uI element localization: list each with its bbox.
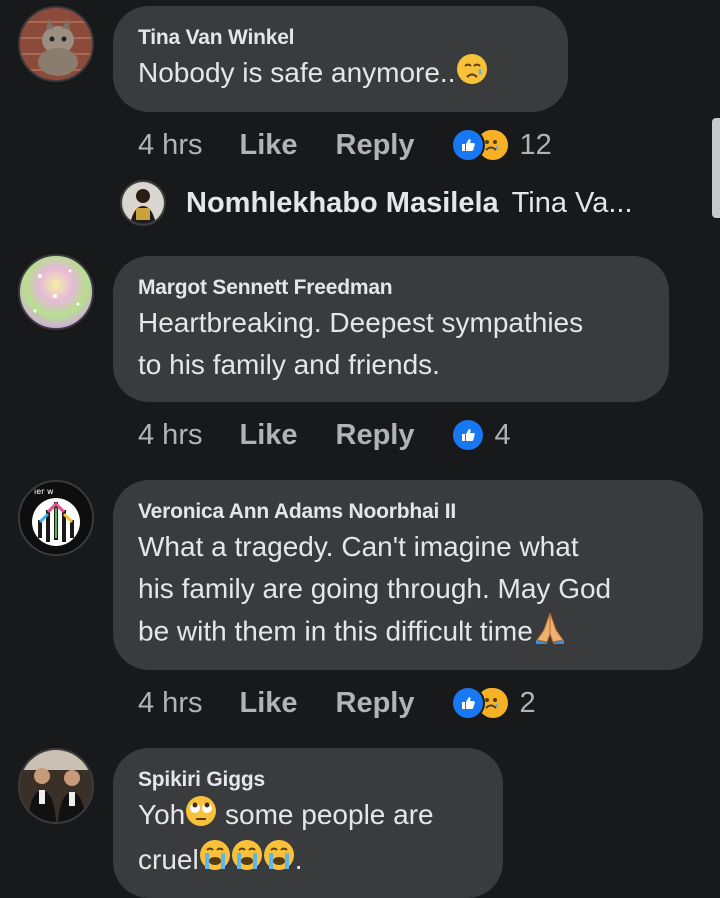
comment-text-segment: Yoh xyxy=(138,799,186,830)
avatar[interactable] xyxy=(18,254,94,330)
comment-text-line: Yoh some people are xyxy=(138,794,479,839)
comment-text-line: be with them in this difficult time xyxy=(138,610,679,656)
sparkle-photo-icon xyxy=(33,269,80,313)
comment-text-line: to his family and friends. xyxy=(138,349,440,380)
reaction-count: 4 xyxy=(494,418,511,451)
comment-text-content: Nobody is safe anymore.. xyxy=(138,57,456,88)
comment-author[interactable]: Spikiri Giggs xyxy=(138,768,479,792)
comment-text: Heartbreaking. Deepest sympathies to his… xyxy=(138,302,645,386)
comment-text-line: What a tragedy. Can't imagine what xyxy=(138,531,579,562)
comment-text: Nobody is safe anymore.. xyxy=(138,52,544,97)
reaction-count: 2 xyxy=(519,686,536,719)
like-button[interactable]: Like xyxy=(239,129,297,162)
comment-text-line: his family are going through. May God xyxy=(138,573,612,604)
comment-author[interactable]: Margot Sennett Freedman xyxy=(138,276,645,300)
cat-photo-icon xyxy=(20,8,92,80)
avatar[interactable] xyxy=(120,180,166,226)
eye-roll-emoji xyxy=(185,795,217,839)
comment-actions: 4 hrs Like Reply 2 xyxy=(138,686,536,720)
reaction-summary[interactable]: 12 xyxy=(450,128,552,162)
comment-text-segment: cruel xyxy=(138,843,199,875)
reply-button[interactable]: Reply xyxy=(336,687,415,720)
reply-button[interactable]: Reply xyxy=(336,419,415,452)
timestamp[interactable]: 4 hrs xyxy=(138,129,202,162)
reaction-summary[interactable]: 4 xyxy=(450,418,511,452)
comment-bubble[interactable]: Margot Sennett Freedman Heartbreaking. D… xyxy=(113,256,669,402)
crying-face-emoji xyxy=(199,839,231,883)
praying-hands-emoji xyxy=(533,610,567,656)
crying-face-emoji xyxy=(263,839,295,883)
reply-snippet[interactable]: Tina Va... xyxy=(512,187,633,220)
comment-text-segment: . xyxy=(294,843,303,875)
sad-face-emoji xyxy=(456,53,488,97)
reaction-count: 12 xyxy=(519,128,552,161)
like-icon xyxy=(450,686,485,720)
comment-author[interactable]: Tina Van Winkel xyxy=(138,26,544,50)
reply-button[interactable]: Reply xyxy=(336,129,415,162)
comment-text: Yoh some people are cruel . xyxy=(138,794,479,883)
avatar[interactable] xyxy=(18,6,94,82)
comment-bubble[interactable]: Spikiri Giggs Yoh some people are cruel … xyxy=(113,748,503,898)
like-button[interactable]: Like xyxy=(239,687,297,720)
timestamp[interactable]: 4 hrs xyxy=(138,419,202,452)
reply-preview[interactable]: Nomhlekhabo Masilela Tina Va... xyxy=(120,180,633,226)
comment-author[interactable]: Veronica Ann Adams Noorbhai II xyxy=(138,500,679,524)
comment-bubble[interactable]: Veronica Ann Adams Noorbhai II What a tr… xyxy=(113,480,703,670)
avatar[interactable] xyxy=(18,748,94,824)
timestamp[interactable]: 4 hrs xyxy=(138,687,202,720)
like-icon xyxy=(450,418,485,452)
comment-text-segment: some people are xyxy=(217,799,434,830)
like-icon xyxy=(450,128,485,162)
comment-actions: 4 hrs Like Reply 12 xyxy=(138,128,552,162)
like-button[interactable]: Like xyxy=(239,419,297,452)
reaction-summary[interactable]: 2 xyxy=(450,686,536,720)
avatar[interactable]: ier w xyxy=(18,480,94,556)
crying-face-emoji xyxy=(231,839,263,883)
logo-icon: ier w xyxy=(20,482,92,554)
comment-text-line: Heartbreaking. Deepest sympathies xyxy=(138,307,584,338)
comment-bubble[interactable]: Tina Van Winkel Nobody is safe anymore.. xyxy=(113,6,568,112)
scrollbar[interactable] xyxy=(712,118,720,218)
comment-actions: 4 hrs Like Reply 4 xyxy=(138,418,511,452)
comment-text: What a tragedy. Can't imagine what his f… xyxy=(138,526,679,656)
person-photo-icon xyxy=(122,182,164,224)
comment-text-line: cruel . xyxy=(138,839,479,884)
comment-text-segment: be with them in this difficult time xyxy=(138,615,533,647)
svg-text:ier w: ier w xyxy=(34,487,54,496)
group-photo-icon xyxy=(20,750,92,822)
reply-author[interactable]: Nomhlekhabo Masilela xyxy=(186,187,499,220)
